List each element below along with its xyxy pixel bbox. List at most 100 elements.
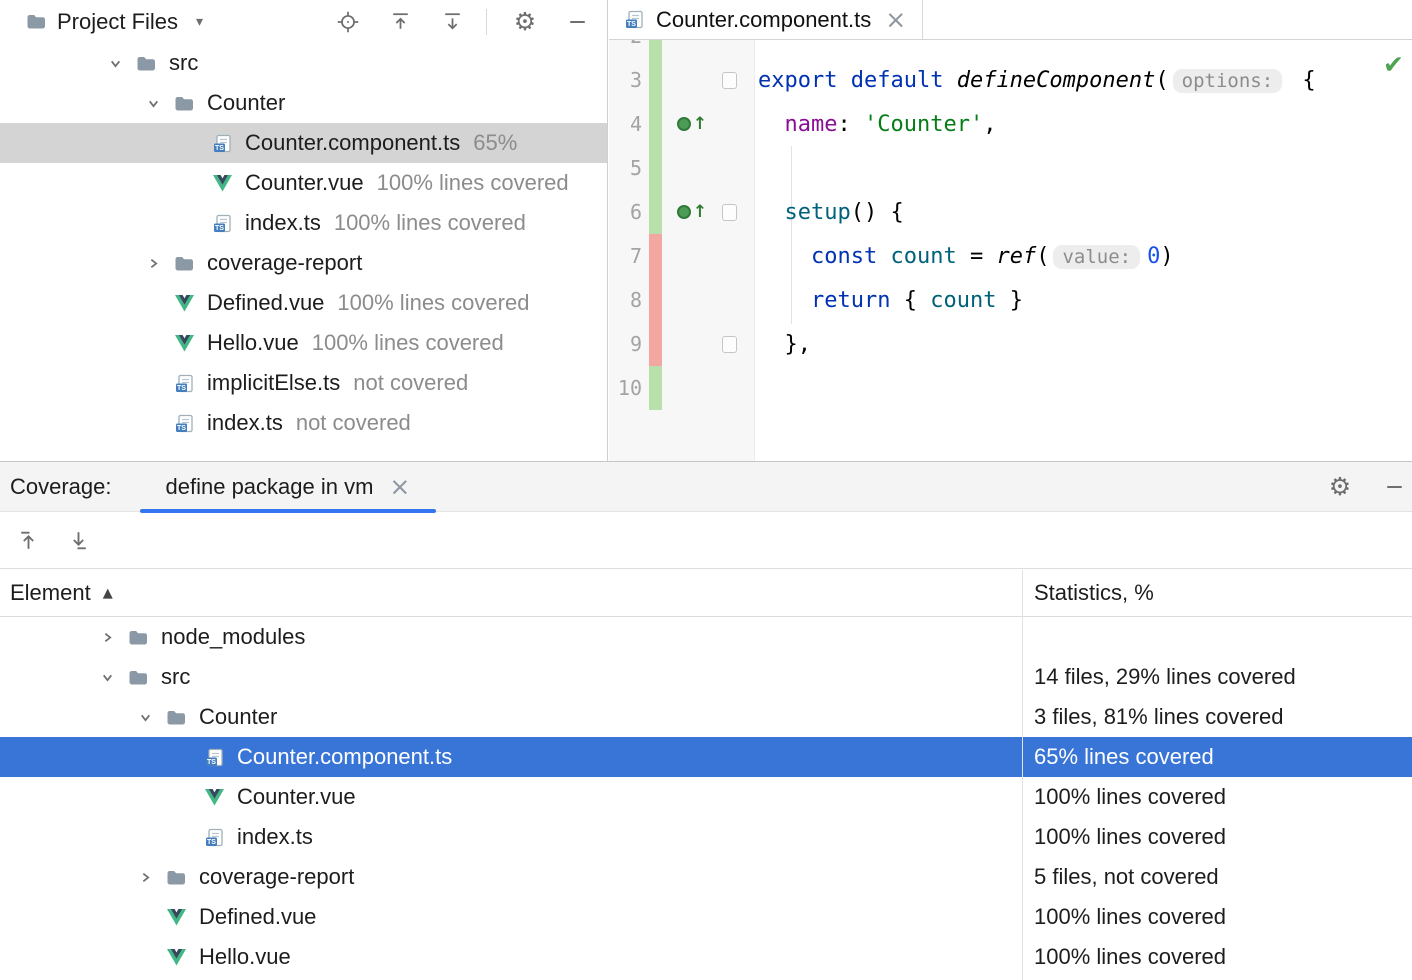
coverage-table-header: Element ▲ Statistics, %: [0, 570, 1412, 617]
coverage-tab-label: define package in vm: [166, 474, 374, 500]
vue-file-icon: [210, 175, 234, 192]
arrow-up-icon[interactable]: [12, 524, 44, 556]
fold-marker-icon[interactable]: [722, 336, 737, 353]
project-view-title[interactable]: Project Files: [57, 9, 178, 35]
coverage-row-counter-folder[interactable]: Counter 3 files, 81% lines covered: [0, 697, 1412, 737]
folder-icon: [172, 95, 196, 112]
svg-text:TS: TS: [215, 225, 224, 232]
line-number: 4: [609, 112, 649, 136]
chevron-down-icon[interactable]: ▾: [196, 15, 203, 29]
column-header-element[interactable]: Element ▲: [0, 580, 1022, 606]
tree-item-label: coverage-report: [207, 250, 362, 276]
coverage-gutter-icon[interactable]: ↑: [677, 204, 707, 221]
code-line: 2: [609, 40, 1412, 58]
tree-item-label: Counter.vue: [245, 170, 364, 196]
row-statistics: 65% lines covered: [1022, 744, 1214, 770]
svg-text:TS: TS: [177, 425, 186, 432]
vue-file-icon: [172, 335, 196, 352]
tree-item-counter-component[interactable]: TS Counter.component.ts 65%: [0, 123, 607, 163]
code-editor[interactable]: 2 3export default defineComponent(option…: [609, 40, 1412, 461]
code-line: 3export default defineComponent(options:…: [609, 58, 1412, 102]
locate-file-icon[interactable]: [334, 8, 362, 36]
code-text: const count = ref(value:0): [749, 244, 1174, 269]
coverage-row-coverage-report[interactable]: coverage-report 5 files, not covered: [0, 857, 1412, 897]
coverage-row-index-ts[interactable]: TS index.ts 100% lines covered: [0, 817, 1412, 857]
typescript-file-icon: TS: [172, 374, 196, 393]
tree-item-counter-vue[interactable]: Counter.vue 100% lines covered: [0, 163, 607, 203]
fold-marker-icon[interactable]: [722, 72, 737, 89]
settings-gear-icon[interactable]: ⚙: [511, 8, 539, 36]
coverage-row-hello-vue[interactable]: Hello.vue 100% lines covered: [0, 937, 1412, 977]
coverage-row-src[interactable]: src 14 files, 29% lines covered: [0, 657, 1412, 697]
tree-item-label: Counter: [207, 90, 285, 116]
vue-file-icon: [164, 909, 188, 926]
coverage-row-defined-vue[interactable]: Defined.vue 100% lines covered: [0, 897, 1412, 937]
arrow-down-icon[interactable]: [62, 524, 94, 556]
coverage-panel: Coverage: define package in vm × ⚙ Eleme…: [0, 461, 1412, 980]
code-text: export default defineComponent(options: …: [749, 68, 1316, 93]
chevron-right-icon[interactable]: [126, 871, 164, 884]
coverage-suffix: not covered: [353, 370, 468, 396]
sort-asc-icon: ▲: [103, 587, 113, 600]
tab-counter-component-ts[interactable]: TS Counter.component.ts ×: [609, 0, 923, 39]
line-number: 10: [609, 376, 649, 400]
tree-item-coverage-report[interactable]: coverage-report: [0, 243, 607, 283]
line-number: 9: [609, 332, 649, 356]
tree-item-counter-folder[interactable]: Counter: [0, 83, 607, 123]
tree-item-index-ts[interactable]: TS index.ts 100% lines covered: [0, 203, 607, 243]
coverage-row-counter-vue[interactable]: Counter.vue 100% lines covered: [0, 777, 1412, 817]
editor-panel: TS Counter.component.ts × 2 3export defa…: [609, 0, 1412, 461]
tree-item-index-ts-root[interactable]: TS index.ts not covered: [0, 403, 607, 443]
chevron-down-icon[interactable]: [88, 671, 126, 684]
tree-item-label: src: [169, 50, 198, 76]
chevron-down-icon[interactable]: [126, 711, 164, 724]
coverage-panel-title: Coverage:: [10, 474, 112, 500]
settings-gear-icon[interactable]: ⚙: [1326, 473, 1354, 501]
fold-marker-icon[interactable]: [722, 204, 737, 221]
chevron-right-icon[interactable]: [134, 257, 172, 270]
row-label: Counter: [199, 704, 277, 730]
chevron-down-icon[interactable]: [134, 97, 172, 110]
tree-item-label: Defined.vue: [207, 290, 324, 316]
expand-all-icon[interactable]: [386, 8, 414, 36]
tree-item-label: Counter.component.ts: [245, 130, 460, 156]
svg-text:TS: TS: [627, 21, 636, 28]
coverage-row-node-modules[interactable]: node_modules: [0, 617, 1412, 657]
coverage-strip: [649, 366, 662, 410]
chevron-down-icon[interactable]: [96, 57, 134, 70]
hide-panel-icon[interactable]: [563, 8, 591, 36]
svg-text:TS: TS: [207, 759, 216, 766]
row-label: coverage-report: [199, 864, 354, 890]
folder-icon: [126, 669, 150, 686]
editor-tab-bar: TS Counter.component.ts ×: [609, 0, 1412, 40]
hide-panel-icon[interactable]: [1380, 473, 1408, 501]
tree-item-src[interactable]: src: [0, 43, 607, 83]
inspections-ok-icon[interactable]: ✔: [1383, 52, 1404, 77]
column-header-statistics[interactable]: Statistics, %: [1022, 580, 1154, 606]
tree-item-defined-vue[interactable]: Defined.vue 100% lines covered: [0, 283, 607, 323]
coverage-gutter-icon[interactable]: ↑: [677, 116, 707, 133]
coverage-strip: [649, 146, 662, 190]
inlay-hint: options:: [1173, 69, 1283, 93]
tree-item-label: Hello.vue: [207, 330, 299, 356]
ide-window: Project Files ▾ ⚙ src Counter T: [0, 0, 1412, 980]
chevron-right-icon[interactable]: [88, 631, 126, 644]
coverage-suite-tab[interactable]: define package in vm ×: [140, 462, 437, 512]
row-statistics: 14 files, 29% lines covered: [1022, 664, 1296, 690]
code-text: setup() {: [749, 200, 904, 225]
tree-item-implicitelse-ts[interactable]: TS implicitElse.ts not covered: [0, 363, 607, 403]
coverage-strip: [649, 234, 662, 278]
coverage-row-counter-component[interactable]: TS Counter.component.ts 65% lines covere…: [0, 737, 1412, 777]
folder-icon: [164, 869, 188, 886]
project-files-icon: [26, 13, 46, 30]
tree-item-hello-vue[interactable]: Hello.vue 100% lines covered: [0, 323, 607, 363]
tree-item-label: implicitElse.ts: [207, 370, 340, 396]
collapse-all-icon[interactable]: [438, 8, 466, 36]
close-icon[interactable]: ×: [885, 7, 906, 32]
code-line: 7 const count = ref(value:0): [609, 234, 1412, 278]
line-number: 2: [609, 40, 649, 48]
close-icon[interactable]: ×: [389, 474, 410, 499]
row-statistics: 100% lines covered: [1022, 904, 1226, 930]
toolbar-divider: [486, 9, 487, 35]
coverage-strip: [649, 40, 662, 58]
